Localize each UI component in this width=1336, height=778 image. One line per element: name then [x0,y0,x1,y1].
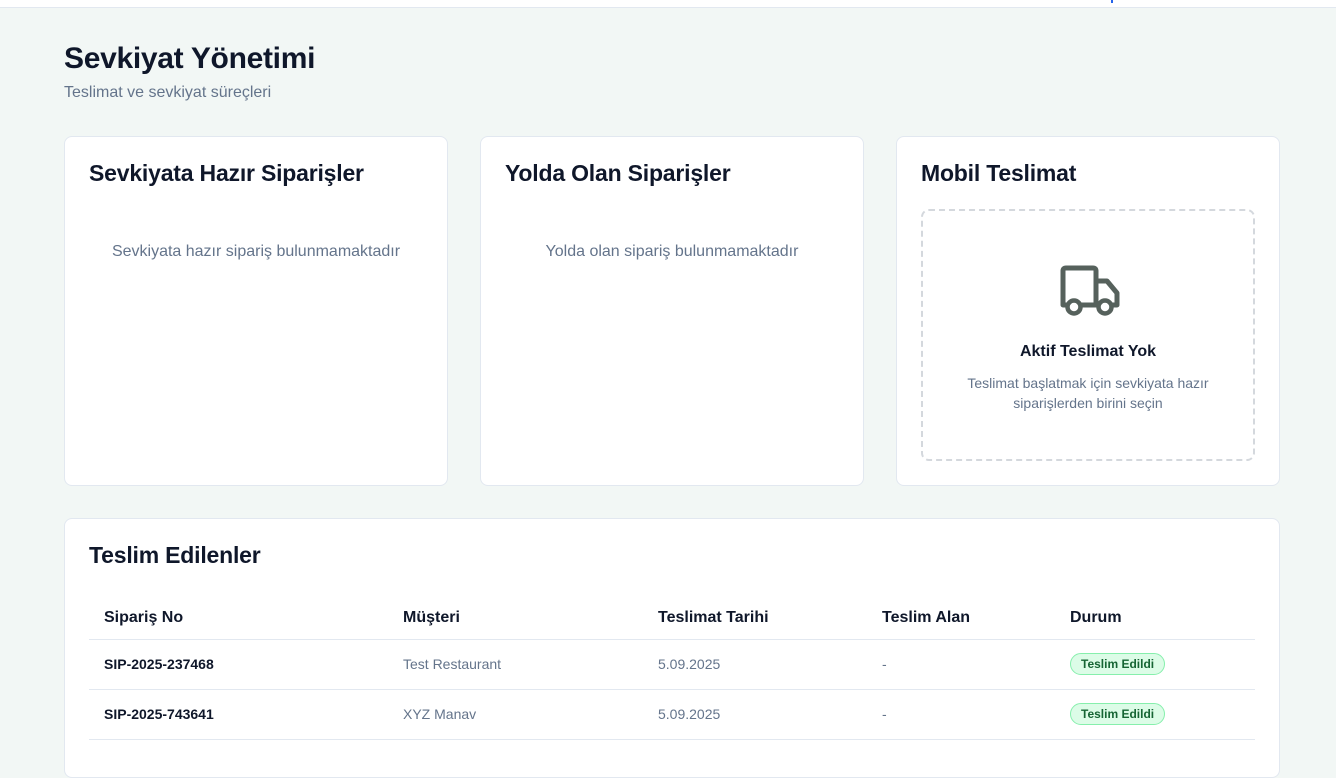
in-transit-empty: Yolda olan sipariş bulunmamaktadır [545,243,799,260]
ready-orders-card: Sevkiyata Hazır Siparişler Sevkiyata haz… [64,136,448,486]
top-bar [0,0,1336,8]
in-transit-title: Yolda Olan Siparişler [505,160,731,186]
truck-icon [1060,265,1120,316]
delivered-card: Teslim Edilenler Sipariş No Müşteri Tesl… [64,518,1280,778]
order-no-cell: SIP-2025-743641 [89,689,388,740]
mobile-delivery-title: Mobil Teslimat [921,160,1077,186]
table-header-row: Sipariş No Müşteri Teslimat Tarihi Tesli… [89,597,1255,640]
no-active-delivery-text: Teslimat başlatmak için sevkiyata hazır … [967,375,1209,411]
col-received-by: Teslim Alan [867,597,1055,640]
page-title: Sevkiyat Yönetimi [64,42,316,75]
page-header: Sevkiyat Yönetimi Teslimat ve sevkiyat s… [64,42,315,103]
delivered-title: Teslim Edilenler [89,542,261,568]
customer-cell: Test Restaurant [388,639,643,690]
status-badge: Teslim Edildi [1070,653,1166,675]
col-order-no: Sipariş No [89,597,388,640]
mobile-delivery-empty-state: Aktif Teslimat Yok Teslimat başlatmak iç… [921,209,1255,461]
delivered-table: Sipariş No Müşteri Teslimat Tarihi Tesli… [89,597,1255,740]
no-active-delivery-title: Aktif Teslimat Yok [1019,343,1157,360]
delivery-date-cell: 5.09.2025 [643,639,867,690]
col-delivery-date: Teslimat Tarihi [643,597,867,640]
table-row[interactable]: SIP-2025-743641 XYZ Manav 5.09.2025 - Te… [89,689,1255,740]
table-row[interactable]: SIP-2025-237468 Test Restaurant 5.09.202… [89,639,1255,690]
order-no-cell: SIP-2025-237468 [89,639,388,690]
ready-orders-title: Sevkiyata Hazır Siparişler [89,160,364,186]
received-by-cell: - [867,639,1055,690]
status-cell: Teslim Edildi [1055,639,1255,690]
col-status: Durum [1055,597,1255,640]
page-subtitle: Teslimat ve sevkiyat süreçleri [64,84,272,101]
mobile-delivery-card: Mobil Teslimat Aktif Teslimat Yok Teslim… [896,136,1280,486]
status-badge: Teslim Edildi [1070,703,1166,725]
delivery-date-cell: 5.09.2025 [643,689,867,740]
ready-orders-empty: Sevkiyata hazır sipariş bulunmamaktadır [111,243,401,260]
top-bar-accent [1111,0,1113,3]
col-customer: Müşteri [388,597,643,640]
status-cell: Teslim Edildi [1055,689,1255,740]
customer-cell: XYZ Manav [388,689,643,740]
received-by-cell: - [867,689,1055,740]
in-transit-card: Yolda Olan Siparişler Yolda olan sipariş… [480,136,864,486]
